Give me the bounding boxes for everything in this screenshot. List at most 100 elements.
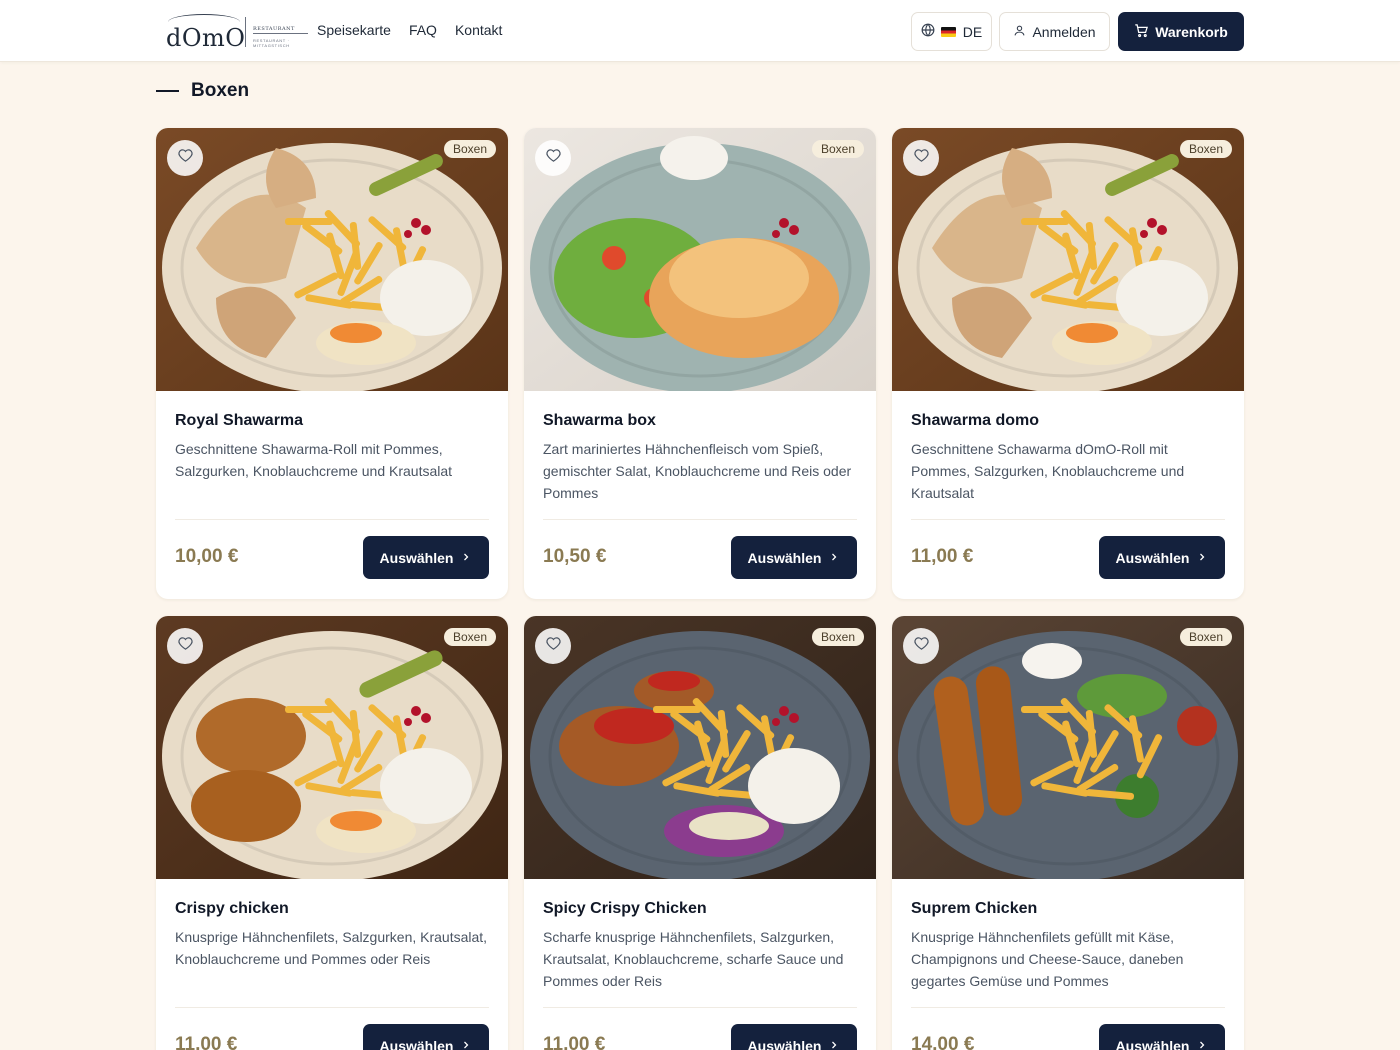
product-card[interactable]: Boxen Shawarma box Zart mariniertes Hähn… xyxy=(524,128,876,599)
select-button[interactable]: Auswählen xyxy=(1099,1024,1225,1050)
logo-subtitle: RESTAURANT xyxy=(253,26,295,32)
language-label: DE xyxy=(962,23,983,40)
select-label: Auswählen xyxy=(1115,1037,1190,1050)
login-button[interactable]: Anmelden xyxy=(999,12,1110,51)
nav-link-faq[interactable]: FAQ xyxy=(409,22,437,38)
language-button[interactable]: DE xyxy=(911,12,992,51)
product-description: Geschnittene Shawarma-Roll mit Pommes, S… xyxy=(175,441,453,479)
product-description: Geschnittene Schawarma dOmO-Roll mit Pom… xyxy=(911,441,1185,501)
cart-button[interactable]: Warenkorb xyxy=(1118,12,1244,51)
globe-icon xyxy=(921,23,935,40)
chevron-right-icon xyxy=(828,1038,840,1050)
product-description: Scharfe knusprige Hähnchenfilets, Salzgu… xyxy=(543,929,844,989)
product-image[interactable] xyxy=(892,616,1244,879)
product-image[interactable] xyxy=(156,616,508,879)
product-price: 14,00 € xyxy=(911,1034,975,1050)
select-button[interactable]: Auswählen xyxy=(731,1024,857,1050)
favorite-button[interactable] xyxy=(167,140,203,176)
favorite-button[interactable] xyxy=(167,628,203,664)
heart-icon xyxy=(177,636,193,656)
select-button[interactable]: Auswählen xyxy=(1099,536,1225,579)
chevron-right-icon xyxy=(1196,550,1208,566)
main-nav: Speisekarte FAQ Kontakt xyxy=(317,22,502,38)
product-price: 10,00 € xyxy=(175,546,239,567)
heart-icon xyxy=(913,148,929,168)
select-label: Auswählen xyxy=(1115,549,1190,566)
product-card[interactable]: Boxen Crispy chicken Knusprige Hähnchenf… xyxy=(156,616,508,1050)
cart-label: Warenkorb xyxy=(1155,23,1228,40)
category-badge: Boxen xyxy=(443,628,496,646)
product-image[interactable] xyxy=(892,128,1244,391)
user-icon xyxy=(1013,24,1026,40)
select-button[interactable]: Auswählen xyxy=(731,536,857,579)
section-title: Boxen xyxy=(191,80,250,101)
product-description: Knusprige Hähnchenfilets gefüllt mit Käs… xyxy=(911,929,1184,989)
favorite-button[interactable] xyxy=(535,628,571,664)
heart-icon xyxy=(177,148,193,168)
category-badge: Boxen xyxy=(811,140,864,158)
card-divider xyxy=(543,519,857,520)
product-info: Shawarma box Zart mariniertes Hähnchenfl… xyxy=(543,391,857,508)
nav-link-kontakt[interactable]: Kontakt xyxy=(455,22,502,38)
top-header: dOmO RESTAURANT RESTAURANT · MITTAGSTISC… xyxy=(0,0,1400,62)
category-badge: Boxen xyxy=(443,140,496,158)
select-label: Auswählen xyxy=(379,549,454,566)
card-divider xyxy=(175,519,489,520)
product-card[interactable]: Boxen Royal Shawarma Geschnittene Shawar… xyxy=(156,128,508,599)
heart-icon xyxy=(545,148,561,168)
category-badge: Boxen xyxy=(811,628,864,646)
product-card[interactable]: Boxen Spicy Crispy Chicken Scharfe knusp… xyxy=(524,616,876,1050)
chevron-right-icon xyxy=(460,1038,472,1050)
product-price: 11,00 € xyxy=(175,1034,238,1050)
product-info: Spicy Crispy Chicken Scharfe knusprige H… xyxy=(543,879,857,996)
product-info: Shawarma domo Geschnittene Schawarma dOm… xyxy=(911,391,1225,508)
product-price: 11,00 € xyxy=(911,546,974,567)
favorite-button[interactable] xyxy=(903,628,939,664)
select-label: Auswählen xyxy=(747,549,822,566)
brand-logo[interactable]: dOmO RESTAURANT RESTAURANT · MITTAGSTISC… xyxy=(166,12,311,52)
product-description: Knusprige Hähnchenfilets, Salzgurken, Kr… xyxy=(175,929,488,967)
card-divider xyxy=(911,519,1225,520)
heart-icon xyxy=(913,636,929,656)
product-price: 11,00 € xyxy=(543,1034,606,1050)
select-button[interactable]: Auswählen xyxy=(363,1024,489,1050)
product-image[interactable] xyxy=(524,128,876,391)
chevron-right-icon xyxy=(460,550,472,566)
product-card[interactable]: Boxen Shawarma domo Geschnittene Schawar… xyxy=(892,128,1244,599)
product-description: Zart mariniertes Hähnchenfleisch vom Spi… xyxy=(543,441,852,501)
logo-divider xyxy=(245,17,246,47)
login-label: Anmelden xyxy=(1032,23,1096,40)
category-badge: Boxen xyxy=(1179,140,1232,158)
product-info: Crispy chicken Knusprige Hähnchenfilets,… xyxy=(175,879,489,996)
product-price: 10,50 € xyxy=(543,546,607,567)
product-info: Royal Shawarma Geschnittene Shawarma-Rol… xyxy=(175,391,489,508)
logo-rule xyxy=(253,33,308,34)
product-name: Shawarma box xyxy=(543,412,656,429)
logo-wordmark: dOmO xyxy=(166,24,246,52)
favorite-button[interactable] xyxy=(535,140,571,176)
product-image[interactable] xyxy=(156,128,508,391)
product-name: Suprem Chicken xyxy=(911,900,1038,917)
select-label: Auswählen xyxy=(747,1037,822,1050)
cart-icon xyxy=(1134,23,1149,41)
card-divider xyxy=(911,1007,1225,1008)
favorite-button[interactable] xyxy=(903,140,939,176)
logo-tagline: RESTAURANT · MITTAGSTISCH xyxy=(253,38,290,48)
product-info: Suprem Chicken Knusprige Hähnchenfilets … xyxy=(911,879,1225,996)
product-name: Royal Shawarma xyxy=(175,412,304,429)
card-divider xyxy=(175,1007,489,1008)
heart-icon xyxy=(545,636,561,656)
select-button[interactable]: Auswählen xyxy=(363,536,489,579)
card-divider xyxy=(543,1007,857,1008)
product-name: Shawarma domo xyxy=(911,412,1040,429)
product-name: Crispy chicken xyxy=(175,900,289,917)
product-image[interactable] xyxy=(524,616,876,879)
category-badge: Boxen xyxy=(1179,628,1232,646)
nav-link-speisekarte[interactable]: Speisekarte xyxy=(317,22,391,38)
select-label: Auswählen xyxy=(379,1037,454,1050)
chevron-right-icon xyxy=(828,550,840,566)
product-card[interactable]: Boxen Suprem Chicken Knusprige Hähnchenf… xyxy=(892,616,1244,1050)
chevron-right-icon xyxy=(1196,1038,1208,1050)
product-name: Spicy Crispy Chicken xyxy=(543,900,707,917)
section-dash xyxy=(156,90,179,92)
